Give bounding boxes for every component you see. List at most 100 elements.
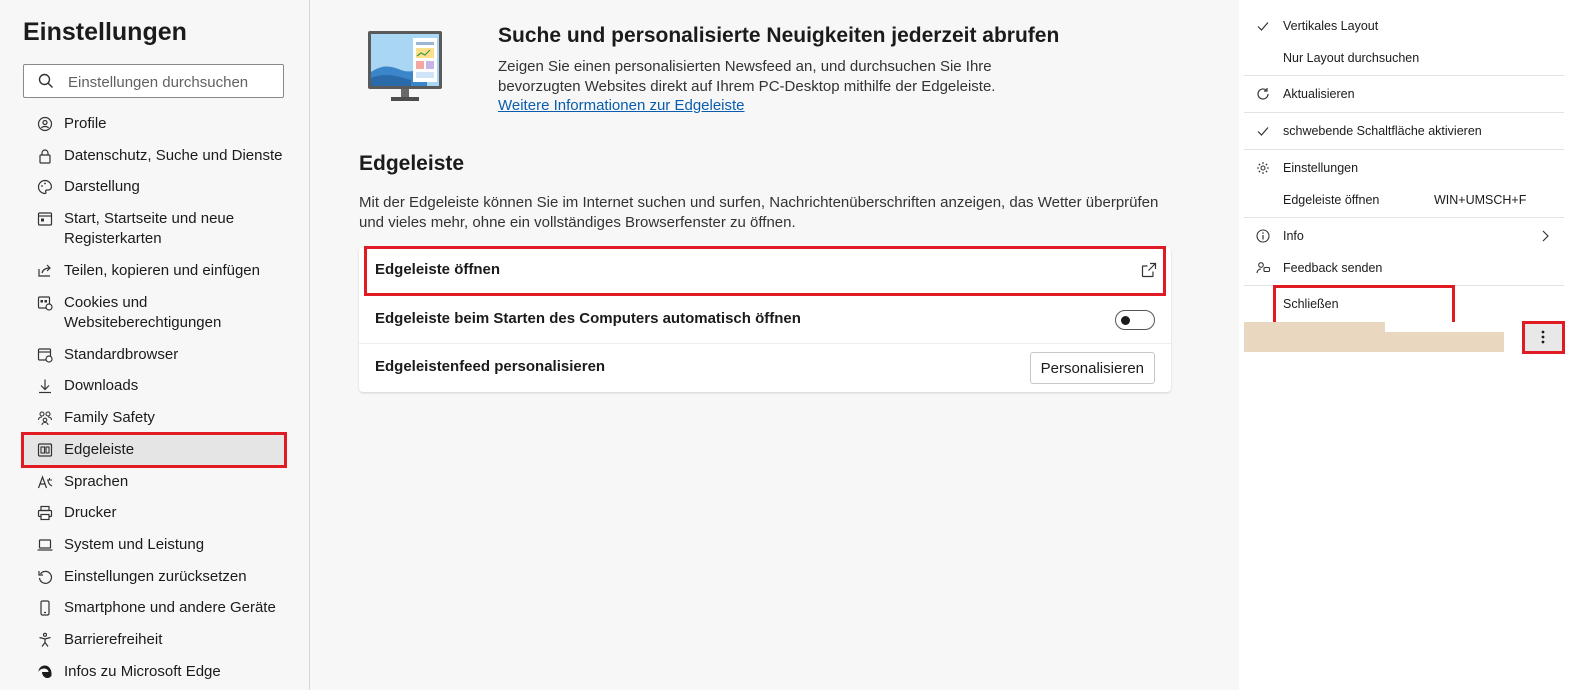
language-icon bbox=[37, 474, 53, 488]
settings-sidebar: Einstellungen Profile Datenschutz, Suche… bbox=[0, 0, 310, 690]
sidebar-item-label: Drucker bbox=[64, 504, 117, 522]
sidebar-item-about-edge[interactable]: Infos zu Microsoft Edge bbox=[23, 656, 285, 688]
home-icon bbox=[37, 212, 53, 226]
main-content: Suche und personalisierte Neuigkeiten je… bbox=[311, 0, 1239, 690]
refresh-icon bbox=[1257, 88, 1269, 100]
sidebar-item-profile[interactable]: Profile bbox=[23, 108, 285, 140]
palette-icon bbox=[37, 180, 53, 195]
sidebar-item-label: Infos zu Microsoft Edge bbox=[64, 662, 221, 680]
menu-item-label: Vertikales Layout bbox=[1283, 19, 1379, 33]
more-options-button[interactable] bbox=[1522, 321, 1565, 354]
menu-divider bbox=[1244, 149, 1564, 150]
menu-item-label: Nur Layout durchsuchen bbox=[1283, 51, 1420, 65]
more-vertical-icon bbox=[1541, 330, 1545, 344]
personalize-row: Edgeleistenfeed personalisieren Personal… bbox=[359, 344, 1171, 392]
sidebar-icon bbox=[37, 443, 53, 457]
sidebar-item-label: Family Safety bbox=[64, 409, 155, 427]
search-icon bbox=[38, 73, 53, 88]
sidebar-item-label: Start, Startseite und neue Registerkarte… bbox=[64, 210, 235, 248]
sidebar-item-label: Einstellungen zurücksetzen bbox=[64, 567, 247, 585]
learn-more-link[interactable]: Weitere Informationen zur Edgeleiste bbox=[498, 97, 745, 114]
sidebar-item-languages[interactable]: Sprachen bbox=[23, 466, 285, 498]
menu-item-layout-search[interactable]: Nur Layout durchsuchen bbox=[1244, 43, 1564, 73]
sidebar-item-appearance[interactable]: Darstellung bbox=[23, 171, 285, 203]
personalize-button[interactable]: Personalisieren bbox=[1029, 352, 1155, 384]
sidebar-item-label: System und Leistung bbox=[64, 535, 205, 553]
sidebar-item-edgeleiste[interactable]: Edgeleiste bbox=[21, 431, 287, 468]
sidebar-item-default-browser[interactable]: Standardbrowser bbox=[23, 339, 285, 371]
sidebar-item-label: Smartphone und andere Geräte bbox=[64, 599, 276, 617]
menu-item-info[interactable]: Info bbox=[1244, 221, 1564, 251]
browser-icon bbox=[37, 348, 53, 363]
reset-icon bbox=[38, 570, 53, 584]
chevron-right-icon bbox=[1542, 230, 1549, 242]
menu-item-label: Feedback senden bbox=[1283, 261, 1383, 275]
edgeleiste-context-menu: Vertikales Layout Nur Layout durchsuchen… bbox=[1244, 6, 1564, 322]
menu-divider bbox=[1244, 112, 1564, 113]
sidebar-item-family-safety[interactable]: Family Safety bbox=[23, 402, 285, 434]
settings-search-box[interactable] bbox=[23, 64, 284, 98]
edgeleiste-settings-card: Edgeleiste öffnen Edgeleiste beim Starte… bbox=[359, 246, 1171, 392]
settings-title: Einstellungen bbox=[23, 18, 187, 46]
sidebar-item-label: Edgeleiste bbox=[64, 440, 135, 458]
checkmark-icon bbox=[1257, 22, 1269, 31]
personalize-label: Edgeleistenfeed personalisieren bbox=[375, 358, 606, 375]
menu-item-label: Info bbox=[1283, 229, 1304, 243]
sidebar-item-share[interactable]: Teilen, kopieren und einfügen bbox=[23, 255, 285, 287]
sidebar-item-accessibility[interactable]: Barrierefreiheit bbox=[23, 624, 285, 656]
promo-title: Suche und personalisierte Neuigkeiten je… bbox=[498, 24, 1060, 47]
open-edgeleiste-row[interactable]: Edgeleiste öffnen bbox=[364, 246, 1166, 296]
gear-icon bbox=[1257, 162, 1269, 174]
sidebar-item-start[interactable]: Start, Startseite und neue Registerkarte… bbox=[23, 203, 285, 255]
desktop-illustration bbox=[368, 31, 442, 101]
menu-item-floating-button[interactable]: schwebende Schaltfläche aktivieren bbox=[1244, 116, 1564, 146]
profile-icon bbox=[37, 116, 53, 132]
printer-icon bbox=[37, 506, 53, 521]
sidebar-item-label: Darstellung bbox=[64, 178, 140, 196]
laptop-icon bbox=[37, 539, 53, 551]
menu-divider bbox=[1244, 75, 1564, 76]
section-description: Mit der Edgeleiste können Sie im Interne… bbox=[359, 194, 1159, 231]
feedback-icon bbox=[1256, 262, 1270, 274]
lock-icon bbox=[39, 149, 51, 164]
autostart-label: Edgeleiste beim Starten des Computers au… bbox=[375, 310, 801, 327]
menu-item-label: schwebende Schaltfläche aktivieren bbox=[1283, 124, 1482, 138]
settings-search-input[interactable] bbox=[68, 71, 278, 93]
promo-description: Zeigen Sie einen personalisierten Newsfe… bbox=[498, 58, 996, 95]
sidebar-item-privacy[interactable]: Datenschutz, Suche und Dienste bbox=[23, 140, 285, 172]
sidebar-item-label: Profile bbox=[64, 115, 107, 132]
edge-icon bbox=[38, 665, 52, 678]
menu-item-feedback[interactable]: Feedback senden bbox=[1244, 253, 1564, 283]
menu-item-vertical-layout[interactable]: Vertikales Layout bbox=[1244, 11, 1564, 41]
menu-item-refresh[interactable]: Aktualisieren bbox=[1244, 79, 1564, 109]
sidebar-item-label: Barrierefreiheit bbox=[64, 630, 163, 648]
menu-item-label: Aktualisieren bbox=[1283, 87, 1355, 101]
sidebar-item-label: Downloads bbox=[64, 377, 139, 395]
external-link-icon[interactable] bbox=[1141, 262, 1157, 278]
autostart-row: Edgeleiste beim Starten des Computers au… bbox=[359, 296, 1171, 344]
menu-item-open-bar[interactable]: Edgeleiste öffnen WIN+UMSCH+F bbox=[1244, 185, 1564, 215]
sidebar-item-reset[interactable]: Einstellungen zurücksetzen bbox=[23, 561, 285, 593]
cookie-icon bbox=[37, 296, 53, 311]
sidebar-item-downloads[interactable]: Downloads bbox=[23, 370, 285, 402]
sidebar-item-label: Sprachen bbox=[64, 472, 129, 490]
menu-item-settings[interactable]: Einstellungen bbox=[1244, 153, 1564, 183]
settings-nav: Profile Datenschutz, Suche und Dienste D… bbox=[21, 108, 287, 688]
sidebar-item-label: Datenschutz, Suche und Dienste bbox=[64, 146, 283, 164]
sidebar-item-printer[interactable]: Drucker bbox=[23, 497, 285, 529]
menu-item-label: Edgeleiste öffnen bbox=[1283, 193, 1380, 207]
phone-icon bbox=[40, 600, 50, 616]
info-icon bbox=[1256, 229, 1270, 243]
section-title: Edgeleiste bbox=[359, 152, 465, 175]
sidebar-item-label: Standardbrowser bbox=[64, 345, 179, 363]
panel-preview-gap bbox=[1385, 322, 1504, 332]
sidebar-item-cookies[interactable]: Cookies und Websiteberechtigungen bbox=[23, 287, 285, 339]
close-highlight-frame bbox=[1273, 285, 1455, 326]
toggle-knob bbox=[1121, 316, 1130, 325]
sidebar-item-phone[interactable]: Smartphone und andere Geräte bbox=[23, 592, 285, 624]
accessibility-icon bbox=[39, 632, 51, 647]
autostart-toggle[interactable] bbox=[1115, 310, 1155, 330]
sidebar-item-system[interactable]: System und Leistung bbox=[23, 529, 285, 561]
sidebar-item-label: Teilen, kopieren und einfügen bbox=[64, 262, 260, 280]
share-icon bbox=[38, 264, 51, 277]
